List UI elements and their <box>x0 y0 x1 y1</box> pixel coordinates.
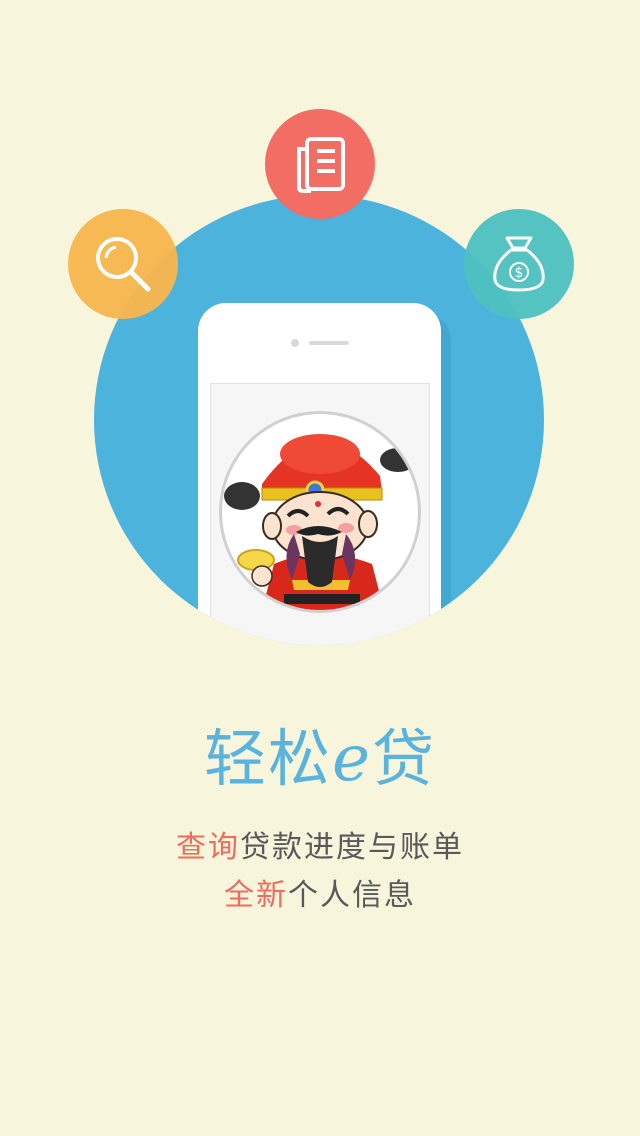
svg-text:$: $ <box>515 265 524 281</box>
title-tail-text: 贷 <box>371 722 436 795</box>
loan-feature-circle: $ <box>464 209 574 319</box>
title-main-text: 轻松 <box>204 722 333 795</box>
feature-line-1-text: 贷款进度与账单 <box>240 830 464 865</box>
money-bag-icon: $ <box>493 236 545 292</box>
feature-line-2: 全新个人信息 <box>0 870 640 914</box>
bill-feature-circle <box>265 109 375 219</box>
phone-screen <box>210 383 430 645</box>
document-icon <box>297 137 345 193</box>
hero-illustration: $ <box>0 0 640 700</box>
search-icon <box>96 237 151 292</box>
feature-line-2-text: 个人信息 <box>288 878 416 913</box>
mascot-image <box>224 434 416 610</box>
phone-speaker <box>309 341 349 345</box>
feature-line-2-highlight: 全新 <box>224 878 288 913</box>
phone-illustration <box>198 303 441 645</box>
feature-line-1: 查询贷款进度与账单 <box>0 822 640 866</box>
app-title: 轻松e贷 <box>0 708 640 798</box>
title-e-text: e <box>332 722 372 796</box>
god-of-wealth-avatar <box>219 411 421 613</box>
search-feature-circle <box>68 209 178 319</box>
feature-line-1-highlight: 查询 <box>176 830 240 865</box>
phone-camera <box>291 339 299 347</box>
